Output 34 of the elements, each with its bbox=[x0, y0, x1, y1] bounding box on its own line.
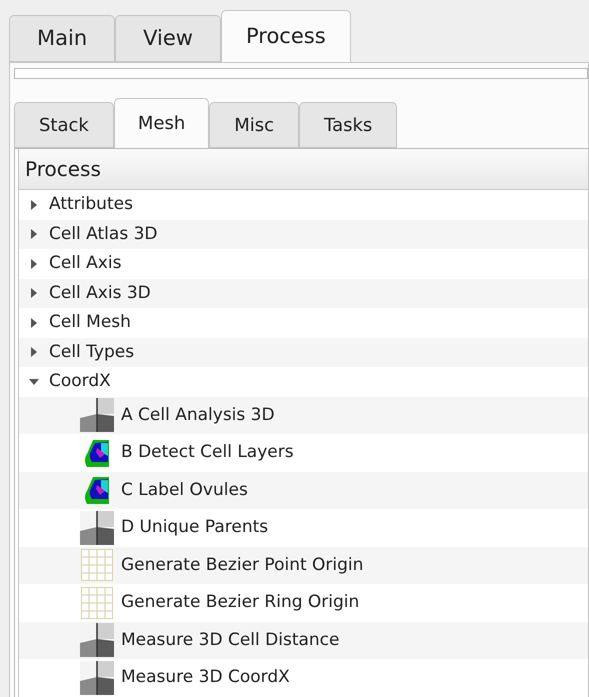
tab[interactable]: Mesh bbox=[114, 98, 210, 148]
tree-item[interactable]: Cell Axis 3D bbox=[49, 280, 151, 306]
tab[interactable]: Stack bbox=[14, 102, 114, 148]
expand-arrow-icon[interactable] bbox=[29, 258, 39, 269]
collapse-arrow-icon[interactable] bbox=[29, 376, 39, 387]
tree-item[interactable]: Cell Atlas 3D bbox=[49, 222, 158, 247]
colormap-icon bbox=[83, 475, 111, 506]
tree-item[interactable]: Cell Mesh bbox=[49, 310, 131, 336]
tab[interactable]: View bbox=[115, 15, 221, 62]
grid-icon bbox=[81, 549, 113, 582]
tree-item[interactable]: Measure 3D CoordX bbox=[121, 665, 290, 690]
tree-item[interactable]: Attributes bbox=[49, 192, 133, 218]
expand-arrow-icon[interactable] bbox=[29, 288, 39, 298]
tree-item[interactable]: Generate Bezier Ring Origin bbox=[121, 590, 360, 616]
tree-item[interactable]: Cell Axis bbox=[49, 251, 122, 276]
tab[interactable]: Misc bbox=[209, 102, 300, 148]
tree-item[interactable]: Cell Types bbox=[49, 340, 134, 365]
tab[interactable]: Tasks bbox=[299, 102, 398, 148]
cube-icon bbox=[80, 398, 114, 432]
tab[interactable]: Main bbox=[9, 15, 116, 62]
expand-arrow-icon[interactable] bbox=[29, 347, 39, 358]
cube-icon bbox=[80, 623, 114, 658]
tree-item[interactable]: C Label Ovules bbox=[121, 478, 248, 503]
expand-arrow-icon[interactable] bbox=[29, 318, 39, 328]
column-header[interactable]: Process bbox=[19, 149, 588, 190]
expand-arrow-icon[interactable] bbox=[29, 200, 39, 210]
tree-item[interactable]: D Unique Parents bbox=[121, 515, 268, 540]
grid-icon bbox=[81, 586, 113, 619]
tree-item[interactable]: CoordX bbox=[49, 369, 111, 394]
tree-item[interactable]: B Detect Cell Layers bbox=[121, 440, 294, 466]
colormap-icon bbox=[83, 438, 111, 468]
expand-arrow-icon[interactable] bbox=[29, 229, 39, 240]
tree-item[interactable]: A Cell Analysis 3D bbox=[121, 402, 275, 428]
tab[interactable]: Process bbox=[220, 10, 351, 62]
